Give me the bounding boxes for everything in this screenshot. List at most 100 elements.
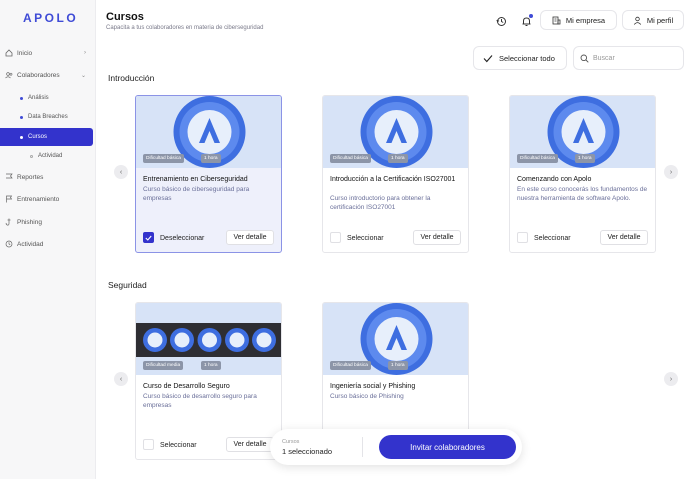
course-card[interactable]: Dificultad media 1 hora Curso de Desarro… <box>135 302 282 460</box>
course-checkbox[interactable] <box>330 232 341 243</box>
select-label[interactable]: Seleccionar <box>534 235 571 242</box>
company-label: Mi empresa <box>565 15 606 25</box>
badge-text: Dificultad básica <box>520 156 555 161</box>
course-card[interactable]: Dificultad básica 1 hora Introducción a … <box>322 95 469 253</box>
badge-text: Dificultad básica <box>333 156 368 161</box>
course-checkbox[interactable] <box>143 439 154 450</box>
search-icon <box>580 54 589 63</box>
building-icon <box>552 16 561 24</box>
sidebar-item-entrenamiento[interactable]: Entrenamiento <box>0 190 96 208</box>
course-description: En este curso conocerás los fundamentos … <box>517 186 648 202</box>
difficulty-badge: Dificultad básica <box>517 154 558 163</box>
company-button[interactable]: Mi empresa <box>540 10 617 30</box>
history-icon <box>495 16 506 26</box>
users-icon <box>5 71 13 79</box>
sidebar-item-label: Actividad <box>38 153 63 159</box>
difficulty-badge: Dificultad básica <box>330 361 371 370</box>
sidebar-item-label: Inicio <box>17 49 33 57</box>
bullet-dot <box>20 96 23 100</box>
invite-collaborators-button[interactable]: Invitar colaboradores <box>379 435 516 459</box>
view-detail-button[interactable]: Ver detalle <box>600 230 648 245</box>
course-banner: Dificultad básica 1 hora <box>323 96 468 168</box>
course-banner: Dificultad media 1 hora <box>136 303 281 375</box>
section-title-seguridad: Seguridad <box>108 280 147 290</box>
flag-icon <box>5 173 13 181</box>
view-detail-button[interactable]: Ver detalle <box>226 437 274 452</box>
chevron-left-icon: ‹ <box>119 375 123 383</box>
time-badge: 1 hora <box>388 154 408 163</box>
select-all-label: Seleccionar todo <box>499 53 555 63</box>
bullet-dot <box>20 115 23 119</box>
select-label[interactable]: Deseleccionar <box>160 235 204 242</box>
sidebar-item-cursos[interactable]: Cursos <box>0 128 93 146</box>
bullet-dot <box>30 154 33 158</box>
sidebar-item-analisis[interactable]: Análisis <box>0 90 93 106</box>
sidebar-item-label: Data Breaches <box>28 114 68 120</box>
carousel-next-button[interactable]: › <box>664 372 678 386</box>
time-badge: 1 hora <box>201 361 221 370</box>
course-checkbox[interactable] <box>143 232 154 243</box>
course-description: Curso básico de desarrollo seguro para e… <box>143 393 257 409</box>
carousel-prev-button[interactable]: ‹ <box>114 372 128 386</box>
history-icon <box>5 240 13 248</box>
sidebar-item-inicio[interactable]: Inicio › <box>0 44 96 62</box>
carousel-prev-button[interactable]: ‹ <box>114 165 128 179</box>
sidebar-item-label: Cursos <box>28 134 48 140</box>
sidebar-item-colaboradores[interactable]: Colaboradores ⌄ <box>0 66 96 84</box>
badge-text: 1 hora <box>578 156 592 161</box>
sidebar-item-phishing[interactable]: Phishing <box>0 213 96 231</box>
select-label[interactable]: Seleccionar <box>347 235 384 242</box>
profile-label: Mi perfil <box>646 15 674 25</box>
sidebar-item-label: Entrenamiento <box>17 195 60 203</box>
course-checkbox[interactable] <box>517 232 528 243</box>
logo: APOLO <box>23 11 79 25</box>
search-input[interactable]: Buscar <box>573 46 684 70</box>
time-badge: 1 hora <box>201 154 221 163</box>
select-all-button[interactable]: Seleccionar todo <box>473 46 567 70</box>
home-icon <box>5 49 13 57</box>
sidebar-item-actividad-sub[interactable]: Actividad <box>0 149 62 163</box>
course-card[interactable]: Dificultad básica 1 hora Comenzando con … <box>509 95 656 253</box>
course-banner: Dificultad básica 1 hora <box>510 96 655 168</box>
sidebar-item-label: Colaboradores <box>17 71 60 79</box>
course-title: Introducción a la Certificación ISO27001 <box>330 176 456 183</box>
bullet-dot <box>20 135 23 139</box>
search-placeholder: Buscar <box>593 54 615 62</box>
sidebar: APOLO Inicio › Colaboradores ⌄ Análisis … <box>0 0 96 479</box>
badge-text: Dificultad básica <box>146 156 181 161</box>
course-description: Curso básico de Phishing <box>330 393 404 400</box>
check-icon <box>145 235 152 241</box>
carousel-next-button[interactable]: › <box>664 165 678 179</box>
badge-text: 1 hora <box>391 156 405 161</box>
sidebar-item-label: Actividad <box>17 240 44 248</box>
hook-icon <box>5 218 13 226</box>
course-title: Entrenamiento en Ciberseguridad <box>143 176 248 183</box>
select-label[interactable]: Seleccionar <box>160 442 197 449</box>
training-flag-icon <box>5 195 13 203</box>
view-detail-button[interactable]: Ver detalle <box>413 230 461 245</box>
history-button[interactable] <box>491 11 511 31</box>
time-badge: 1 hora <box>388 361 408 370</box>
chevron-right-icon: › <box>669 375 673 383</box>
sidebar-item-data-breaches[interactable]: Data Breaches <box>0 109 93 125</box>
view-detail-button[interactable]: Ver detalle <box>226 230 274 245</box>
check-icon <box>483 54 493 62</box>
course-banner: Dificultad básica 1 hora <box>323 303 468 375</box>
sidebar-item-actividad[interactable]: Actividad <box>0 235 96 253</box>
time-badge: 1 hora <box>575 154 595 163</box>
selection-bar: Cursos 1 seleccionado Invitar colaborado… <box>270 429 522 465</box>
course-card[interactable]: Dificultad básica 1 hora Entrenamiento e… <box>135 95 282 253</box>
sidebar-item-reportes[interactable]: Reportes <box>0 168 96 186</box>
chevron-right-icon: › <box>84 50 86 56</box>
course-title: Curso de Desarrollo Seguro <box>143 383 230 390</box>
sidebar-item-label: Phishing <box>17 218 42 226</box>
sidebar-item-label: Reportes <box>17 173 44 181</box>
selection-count: 1 seleccionado <box>282 447 333 456</box>
course-title: Comenzando con Apolo <box>517 176 592 183</box>
profile-button[interactable]: Mi perfil <box>622 10 684 30</box>
difficulty-badge: Dificultad básica <box>143 154 184 163</box>
divider <box>362 437 363 457</box>
badge-text: Dificultad media <box>146 363 181 368</box>
notifications-button[interactable] <box>516 11 536 31</box>
page-subtitle: Capacita a tus colaboradores en materia … <box>106 25 264 31</box>
